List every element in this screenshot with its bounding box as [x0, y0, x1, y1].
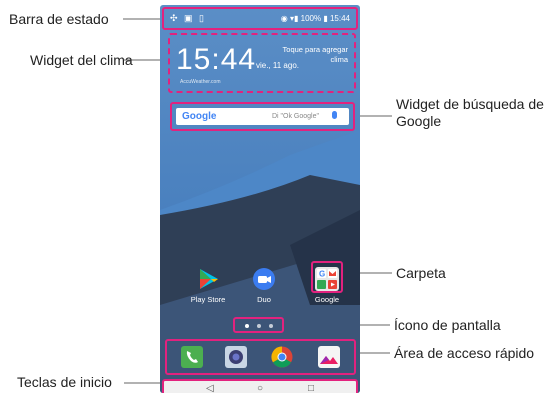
search-hint: Di "Ok Google"	[272, 113, 319, 120]
app-label-google: Google	[314, 295, 340, 304]
status-time: 15:44	[329, 14, 350, 23]
status-bar: ✣ ▣ ▯ ◉ ▾▮ 100% ▮ 15:44	[162, 7, 358, 30]
weather-time: 15:44	[176, 43, 257, 76]
weather-widget[interactable]: 15:44 vie., 11 ago. Toque para agregar c…	[168, 33, 356, 93]
page-dot-2[interactable]	[257, 324, 261, 328]
play-store-icon	[200, 269, 218, 289]
app-duo[interactable]: Duo	[242, 267, 286, 304]
status-icons-right: ◉ ▾▮ 100% ▮ 15:44	[281, 14, 350, 23]
page-dot-3[interactable]	[269, 324, 273, 328]
gallery-icon[interactable]	[318, 346, 340, 368]
battery-percent: 100%	[300, 14, 322, 23]
page-dot-1[interactable]	[245, 324, 249, 328]
svg-text:G: G	[319, 270, 325, 279]
phone-icon[interactable]	[181, 346, 203, 368]
chrome-icon[interactable]	[271, 346, 293, 368]
battery-icon: ▮	[323, 14, 328, 23]
phone-screen: ✣ ▣ ▯ ◉ ▾▮ 100% ▮ 15:44 15:44 vie., 11 a…	[160, 5, 360, 393]
google-logo: Google	[182, 111, 217, 122]
weather-source: AccuWeather.com	[180, 79, 221, 85]
app-google-folder[interactable]: G Google	[305, 267, 349, 304]
search-bar[interactable]: Google Di "Ok Google"	[176, 108, 349, 125]
google-search-widget[interactable]: Google Di "Ok Google"	[170, 102, 355, 131]
camera-icon[interactable]	[225, 346, 247, 368]
weather-hint[interactable]: Toque para agregar clima	[273, 45, 348, 65]
app-play-store[interactable]: Play Store	[186, 267, 230, 304]
screen-indicator[interactable]	[233, 317, 284, 333]
home-keys: ◁ ○ □	[162, 379, 358, 393]
mic-icon[interactable]	[332, 111, 337, 119]
recents-button[interactable]: □	[308, 383, 314, 393]
quick-access-area	[165, 339, 356, 375]
back-button[interactable]: ◁	[206, 383, 214, 393]
duo-icon	[253, 268, 275, 290]
wifi-signal-icon: ◉ ▾▮	[280, 14, 299, 23]
status-icons-left: ✣ ▣ ▯	[170, 13, 206, 23]
app-label-play-store: Play Store	[190, 295, 226, 304]
google-folder-icon: G	[315, 267, 339, 291]
app-label-duo: Duo	[257, 295, 271, 304]
home-button[interactable]: ○	[257, 383, 263, 393]
